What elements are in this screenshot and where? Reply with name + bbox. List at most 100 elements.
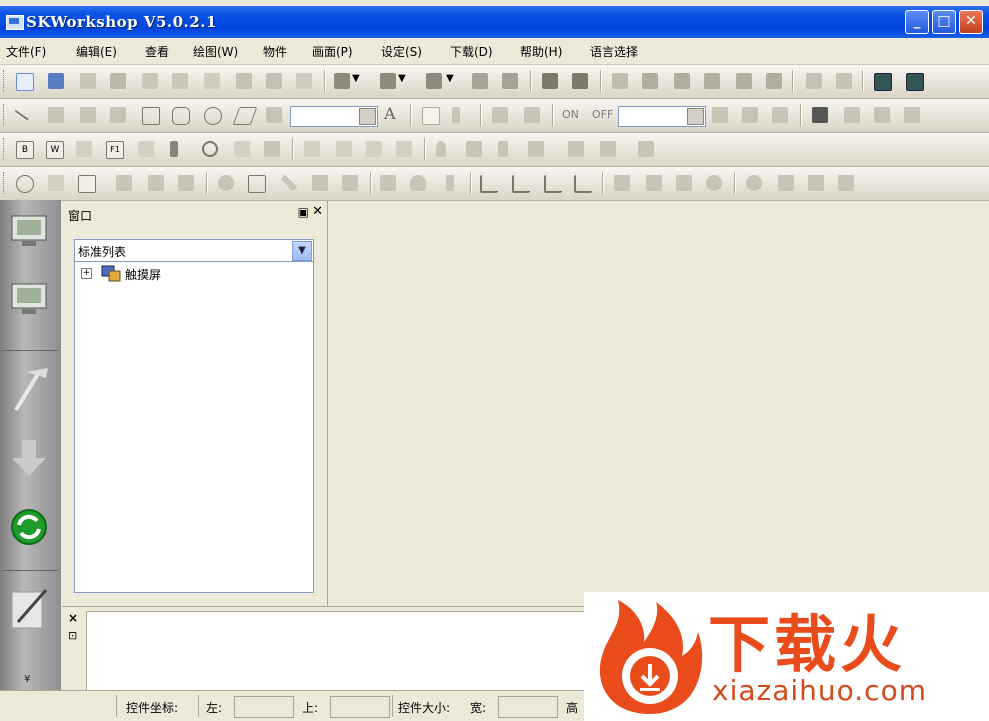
grid-icon[interactable]: [426, 73, 442, 89]
menu-draw[interactable]: 绘图(W): [193, 43, 238, 60]
gauge-icon[interactable]: [410, 175, 426, 191]
numeric-input-icon[interactable]: [304, 141, 320, 157]
polyline-icon[interactable]: [48, 107, 64, 123]
bit-button-icon[interactable]: B: [16, 141, 34, 159]
menu-language[interactable]: 语言选择: [590, 43, 638, 60]
history-chart-icon[interactable]: [574, 175, 592, 193]
close-button[interactable]: ✕: [959, 10, 983, 34]
align-icon[interactable]: [380, 73, 396, 89]
report-icon[interactable]: [614, 175, 630, 191]
bar-icon[interactable]: [452, 107, 460, 123]
rounded-rectangle-icon[interactable]: [172, 107, 190, 125]
minimize-button[interactable]: _: [905, 10, 929, 34]
new-file-icon[interactable]: [16, 73, 34, 91]
toolbar-grip[interactable]: [3, 70, 7, 92]
xy-chart-icon[interactable]: [512, 175, 530, 193]
off-label[interactable]: OFF: [592, 108, 613, 121]
char-display-icon[interactable]: [396, 141, 412, 157]
arrow-right-icon[interactable]: [742, 107, 758, 123]
delete-icon[interactable]: [296, 73, 312, 89]
zoom-out-icon[interactable]: [704, 73, 720, 89]
line-style-select[interactable]: [290, 106, 378, 127]
multi-state-icon[interactable]: [76, 141, 92, 157]
flip-horizontal-icon[interactable]: [492, 107, 508, 123]
printer-icon[interactable]: [178, 175, 194, 191]
download-arrow-icon[interactable]: [8, 438, 50, 480]
parallelogram-icon[interactable]: [232, 107, 258, 125]
bar-chart-icon[interactable]: [544, 175, 562, 193]
list-type-select[interactable]: 标准列表 ▼: [74, 239, 314, 263]
copy-icon[interactable]: [236, 73, 252, 89]
offline-simulation-icon[interactable]: [8, 210, 50, 252]
zoom-icon[interactable]: [642, 73, 658, 89]
menu-view[interactable]: 查看: [145, 43, 169, 60]
gear-icon[interactable]: [218, 175, 234, 191]
window-icon[interactable]: [874, 73, 892, 91]
layer-icon[interactable]: [772, 107, 788, 123]
expand-more-icon[interactable]: ¥: [24, 674, 30, 685]
timer-icon[interactable]: [600, 141, 616, 157]
trend-chart-icon[interactable]: [480, 175, 498, 193]
printer-setup-icon[interactable]: [646, 175, 662, 191]
counter-icon[interactable]: [48, 175, 64, 191]
pipe-icon[interactable]: [280, 174, 298, 192]
menu-screen[interactable]: 画面(P): [312, 43, 353, 60]
stepper-icon[interactable]: [170, 141, 178, 157]
find-replace-icon[interactable]: [844, 107, 860, 123]
toolbar-grip[interactable]: [3, 138, 7, 160]
file-icon[interactable]: [116, 175, 132, 191]
hand-icon[interactable]: [736, 73, 752, 89]
fill-icon[interactable]: [422, 107, 440, 125]
close-icon[interactable]: ×: [68, 611, 78, 625]
document-icon[interactable]: [528, 141, 544, 157]
toolbar-grip[interactable]: [3, 104, 7, 126]
bar-graph-icon[interactable]: [446, 175, 454, 191]
download-icon[interactable]: [778, 175, 794, 191]
clock-icon[interactable]: [16, 175, 34, 193]
fit-icon[interactable]: [472, 73, 488, 89]
curve-icon[interactable]: [80, 107, 96, 123]
online-simulation-icon[interactable]: [8, 278, 50, 320]
cut-icon[interactable]: [80, 73, 96, 89]
search-icon[interactable]: [874, 107, 890, 123]
maximize-button[interactable]: □: [932, 10, 956, 34]
recipe-icon[interactable]: [568, 141, 584, 157]
refresh-icon[interactable]: [8, 506, 50, 548]
frame-icon[interactable]: [248, 175, 266, 193]
lock-icon[interactable]: [806, 73, 822, 89]
move-icon[interactable]: [312, 175, 328, 191]
close-icon[interactable]: ✕: [312, 204, 323, 219]
screen-button-icon[interactable]: [138, 141, 154, 157]
animation-icon[interactable]: [148, 175, 164, 191]
work-area[interactable]: [328, 201, 989, 606]
menu-edit[interactable]: 编辑(E): [76, 43, 117, 60]
chevron-down-icon[interactable]: ▼: [446, 73, 456, 89]
title-bar[interactable]: SKWorkshop V5.0.2.1 _ □ ✕: [0, 6, 989, 38]
lamp-icon[interactable]: [436, 141, 446, 157]
menu-settings[interactable]: 设定(S): [381, 43, 422, 60]
chevron-down-icon[interactable]: ▼: [352, 73, 362, 89]
message-icon[interactable]: [466, 141, 482, 157]
key-icon[interactable]: [264, 141, 280, 157]
pie-chart-icon[interactable]: [746, 175, 762, 191]
alarm-icon[interactable]: [498, 141, 508, 157]
pin-icon[interactable]: ⊡: [68, 629, 77, 642]
radio-icon[interactable]: [202, 141, 218, 157]
pen-icon[interactable]: [8, 584, 50, 629]
word-button-icon[interactable]: W: [46, 141, 64, 159]
tree-item[interactable]: + 触摸屏: [75, 262, 311, 284]
zoom-fit-icon[interactable]: [674, 73, 690, 89]
pointer-icon[interactable]: [766, 73, 782, 89]
chevron-down-icon[interactable]: ▼: [292, 241, 312, 261]
char-input-icon[interactable]: [366, 141, 382, 157]
table-icon[interactable]: [612, 73, 628, 89]
line-icon[interactable]: [14, 103, 34, 121]
pin-icon[interactable]: ▣: [298, 205, 309, 219]
image-icon[interactable]: [904, 107, 920, 123]
flip-vertical-icon[interactable]: [524, 107, 540, 123]
group-icon[interactable]: [334, 73, 350, 89]
menu-object[interactable]: 物件: [263, 43, 287, 60]
menu-file[interactable]: 文件(F): [6, 43, 46, 60]
chevron-down-icon[interactable]: ▼: [398, 73, 408, 89]
binoculars-icon[interactable]: [812, 107, 828, 123]
